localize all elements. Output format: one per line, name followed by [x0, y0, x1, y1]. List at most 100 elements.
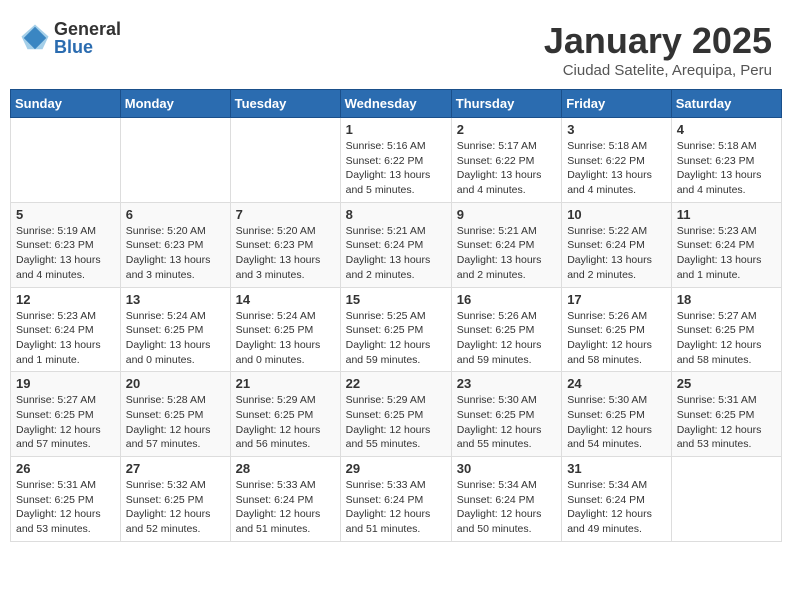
day-number: 16 [457, 292, 556, 307]
calendar-cell: 5 Sunrise: 5:19 AM Sunset: 6:23 PM Daylig… [11, 202, 121, 287]
day-info: Sunrise: 5:30 AM Sunset: 6:25 PM Dayligh… [567, 393, 666, 452]
day-info: Sunrise: 5:31 AM Sunset: 6:25 PM Dayligh… [677, 393, 776, 452]
calendar-cell: 21 Sunrise: 5:29 AM Sunset: 6:25 PM Dayli… [230, 372, 340, 457]
day-info: Sunrise: 5:25 AM Sunset: 6:25 PM Dayligh… [346, 309, 446, 368]
day-number: 1 [346, 122, 446, 137]
calendar-cell: 2 Sunrise: 5:17 AM Sunset: 6:22 PM Daylig… [451, 118, 561, 203]
calendar-cell: 12 Sunrise: 5:23 AM Sunset: 6:24 PM Dayli… [11, 287, 121, 372]
calendar-cell: 18Sunrise: 5:27 AM Sunset: 6:25 PM Dayli… [671, 287, 781, 372]
calendar-cell: 20Sunrise: 5:28 AM Sunset: 6:25 PM Dayli… [120, 372, 230, 457]
day-number: 18 [677, 292, 776, 307]
day-info: Sunrise: 5:23 AM Sunset: 6:24 PM Dayligh… [677, 224, 776, 283]
day-info: Sunrise: 5:32 AM Sunset: 6:25 PM Dayligh… [126, 478, 225, 537]
calendar-cell: 26 Sunrise: 5:31 AM Sunset: 6:25 PM Dayli… [11, 457, 121, 542]
day-info: Sunrise: 5:23 AM Sunset: 6:24 PM Dayligh… [16, 309, 115, 368]
calendar-cell: 6Sunrise: 5:20 AM Sunset: 6:23 PM Daylig… [120, 202, 230, 287]
day-number: 10 [567, 207, 666, 222]
day-number: 9 [457, 207, 556, 222]
week-row-3: 12 Sunrise: 5:23 AM Sunset: 6:24 PM Dayli… [11, 287, 782, 372]
day-info: Sunrise: 5:18 AM Sunset: 6:23 PM Dayligh… [677, 139, 776, 198]
calendar-cell: 3Sunrise: 5:18 AM Sunset: 6:22 PM Daylig… [562, 118, 672, 203]
day-info: Sunrise: 5:21 AM Sunset: 6:24 PM Dayligh… [457, 224, 556, 283]
week-row-5: 26 Sunrise: 5:31 AM Sunset: 6:25 PM Dayli… [11, 457, 782, 542]
day-number: 19 [16, 376, 115, 391]
calendar-cell: 11 Sunrise: 5:23 AM Sunset: 6:24 PM Dayli… [671, 202, 781, 287]
day-number: 11 [677, 207, 776, 222]
weekday-header-row: SundayMondayTuesdayWednesdayThursdayFrid… [11, 90, 782, 118]
calendar-cell: 19 Sunrise: 5:27 AM Sunset: 6:25 PM Dayli… [11, 372, 121, 457]
calendar-cell: 1 Sunrise: 5:16 AM Sunset: 6:22 PM Daylig… [340, 118, 451, 203]
calendar-cell: 10 Sunrise: 5:22 AM Sunset: 6:24 PM Dayli… [562, 202, 672, 287]
day-info: Sunrise: 5:27 AM Sunset: 6:25 PM Dayligh… [16, 393, 115, 452]
day-info: Sunrise: 5:20 AM Sunset: 6:23 PM Dayligh… [236, 224, 335, 283]
weekday-header-monday: Monday [120, 90, 230, 118]
calendar-cell: 23 Sunrise: 5:30 AM Sunset: 6:25 PM Dayli… [451, 372, 561, 457]
day-number: 14 [236, 292, 335, 307]
day-number: 31 [567, 461, 666, 476]
calendar-cell: 22 Sunrise: 5:29 AM Sunset: 6:25 PM Dayli… [340, 372, 451, 457]
calendar-cell: 9 Sunrise: 5:21 AM Sunset: 6:24 PM Daylig… [451, 202, 561, 287]
day-number: 22 [346, 376, 446, 391]
day-number: 21 [236, 376, 335, 391]
calendar-cell: 30Sunrise: 5:34 AM Sunset: 6:24 PM Dayli… [451, 457, 561, 542]
calendar-cell: 15 Sunrise: 5:25 AM Sunset: 6:25 PM Dayli… [340, 287, 451, 372]
day-info: Sunrise: 5:31 AM Sunset: 6:25 PM Dayligh… [16, 478, 115, 537]
calendar-cell: 8Sunrise: 5:21 AM Sunset: 6:24 PM Daylig… [340, 202, 451, 287]
calendar-table: SundayMondayTuesdayWednesdayThursdayFrid… [10, 89, 782, 542]
calendar-cell [671, 457, 781, 542]
calendar-cell: 28 Sunrise: 5:33 AM Sunset: 6:24 PM Dayli… [230, 457, 340, 542]
weekday-header-saturday: Saturday [671, 90, 781, 118]
day-info: Sunrise: 5:22 AM Sunset: 6:24 PM Dayligh… [567, 224, 666, 283]
day-info: Sunrise: 5:29 AM Sunset: 6:25 PM Dayligh… [346, 393, 446, 452]
day-number: 30 [457, 461, 556, 476]
day-number: 5 [16, 207, 115, 222]
weekday-header-wednesday: Wednesday [340, 90, 451, 118]
day-info: Sunrise: 5:16 AM Sunset: 6:22 PM Dayligh… [346, 139, 446, 198]
day-info: Sunrise: 5:33 AM Sunset: 6:24 PM Dayligh… [236, 478, 335, 537]
day-info: Sunrise: 5:19 AM Sunset: 6:23 PM Dayligh… [16, 224, 115, 283]
day-number: 8 [346, 207, 446, 222]
calendar-cell: 14Sunrise: 5:24 AM Sunset: 6:25 PM Dayli… [230, 287, 340, 372]
logo-general-text: General [54, 20, 121, 38]
calendar-cell: 13 Sunrise: 5:24 AM Sunset: 6:25 PM Dayli… [120, 287, 230, 372]
week-row-2: 5 Sunrise: 5:19 AM Sunset: 6:23 PM Daylig… [11, 202, 782, 287]
day-number: 15 [346, 292, 446, 307]
day-info: Sunrise: 5:20 AM Sunset: 6:23 PM Dayligh… [126, 224, 225, 283]
day-info: Sunrise: 5:30 AM Sunset: 6:25 PM Dayligh… [457, 393, 556, 452]
calendar-cell: 17Sunrise: 5:26 AM Sunset: 6:25 PM Dayli… [562, 287, 672, 372]
week-row-1: 1 Sunrise: 5:16 AM Sunset: 6:22 PM Daylig… [11, 118, 782, 203]
day-number: 28 [236, 461, 335, 476]
day-info: Sunrise: 5:18 AM Sunset: 6:22 PM Dayligh… [567, 139, 666, 198]
day-info: Sunrise: 5:17 AM Sunset: 6:22 PM Dayligh… [457, 139, 556, 198]
location-text: Ciudad Satelite, Arequipa, Peru [544, 62, 772, 79]
month-title: January 2025 [544, 20, 772, 62]
day-number: 2 [457, 122, 556, 137]
logo-blue-text: Blue [54, 38, 121, 56]
calendar-cell: 4 Sunrise: 5:18 AM Sunset: 6:23 PM Daylig… [671, 118, 781, 203]
day-info: Sunrise: 5:24 AM Sunset: 6:25 PM Dayligh… [126, 309, 225, 368]
day-number: 26 [16, 461, 115, 476]
day-info: Sunrise: 5:29 AM Sunset: 6:25 PM Dayligh… [236, 393, 335, 452]
day-number: 12 [16, 292, 115, 307]
day-info: Sunrise: 5:26 AM Sunset: 6:25 PM Dayligh… [567, 309, 666, 368]
day-number: 13 [126, 292, 225, 307]
day-number: 23 [457, 376, 556, 391]
day-number: 29 [346, 461, 446, 476]
day-info: Sunrise: 5:33 AM Sunset: 6:24 PM Dayligh… [346, 478, 446, 537]
day-number: 7 [236, 207, 335, 222]
logo: General Blue [20, 20, 121, 56]
weekday-header-tuesday: Tuesday [230, 90, 340, 118]
calendar-cell [230, 118, 340, 203]
week-row-4: 19 Sunrise: 5:27 AM Sunset: 6:25 PM Dayli… [11, 372, 782, 457]
calendar-cell [11, 118, 121, 203]
logo-icon [20, 23, 50, 53]
day-number: 27 [126, 461, 225, 476]
weekday-header-thursday: Thursday [451, 90, 561, 118]
calendar-cell: 31Sunrise: 5:34 AM Sunset: 6:24 PM Dayli… [562, 457, 672, 542]
calendar-cell: 7 Sunrise: 5:20 AM Sunset: 6:23 PM Daylig… [230, 202, 340, 287]
weekday-header-friday: Friday [562, 90, 672, 118]
day-number: 25 [677, 376, 776, 391]
day-info: Sunrise: 5:26 AM Sunset: 6:25 PM Dayligh… [457, 309, 556, 368]
day-number: 4 [677, 122, 776, 137]
calendar-cell: 29 Sunrise: 5:33 AM Sunset: 6:24 PM Dayli… [340, 457, 451, 542]
